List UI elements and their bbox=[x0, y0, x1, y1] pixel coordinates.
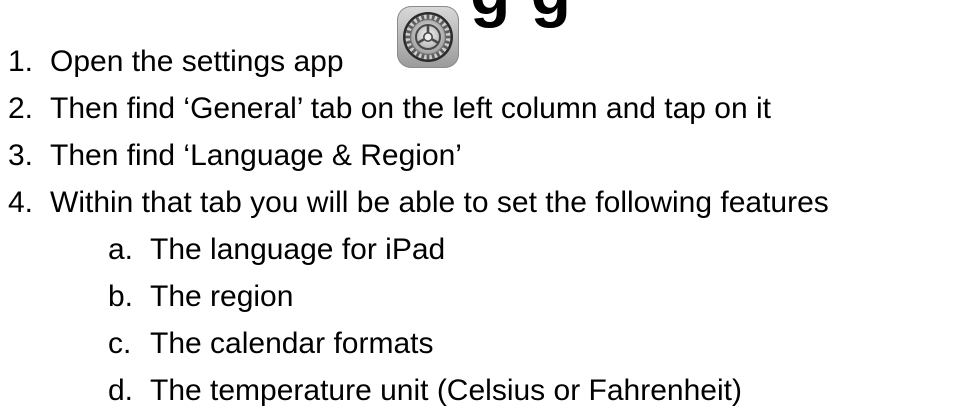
step-number: 4. bbox=[8, 186, 34, 219]
step-text: Within that tab you will be able to set … bbox=[50, 186, 829, 219]
step-3: 3. Then find ‘Language & Region’ bbox=[8, 138, 462, 174]
step-text: Then find ‘General’ tab on the left colu… bbox=[50, 92, 772, 125]
substep-text: The language for iPad bbox=[150, 233, 446, 266]
step-text: Open the settings app bbox=[50, 45, 344, 78]
step-1: 1. Open the settings app bbox=[8, 44, 344, 80]
substep-d: d. The temperature unit (Celsius or Fahre… bbox=[108, 373, 742, 409]
step-4: 4. Within that tab you will be able to se… bbox=[8, 185, 829, 221]
substep-letter: c. bbox=[108, 327, 132, 360]
gear-graphic bbox=[403, 12, 453, 62]
step-number: 2. bbox=[8, 92, 34, 125]
substep-text: The region bbox=[150, 280, 294, 313]
step-2: 2. Then find ‘General’ tab on the left co… bbox=[8, 91, 771, 127]
substep-letter: d. bbox=[108, 374, 134, 407]
substep-text: The calendar formats bbox=[150, 327, 434, 360]
substep-c: c. The calendar formats bbox=[108, 326, 433, 362]
settings-gear-icon bbox=[397, 6, 459, 68]
substep-letter: b. bbox=[108, 280, 134, 313]
substep-b: b. The region bbox=[108, 279, 293, 315]
step-number: 1. bbox=[8, 45, 34, 78]
instruction-list: 1. Open the settings app 2. Then find ‘Gen… bbox=[0, 0, 974, 420]
substep-letter: a. bbox=[108, 233, 134, 266]
step-text: Then find ‘Language & Region’ bbox=[50, 139, 462, 172]
substep-text: The temperature unit (Celsius or Fahrenh… bbox=[150, 374, 742, 407]
step-number: 3. bbox=[8, 139, 34, 172]
substep-a: a. The language for iPad bbox=[108, 232, 445, 268]
